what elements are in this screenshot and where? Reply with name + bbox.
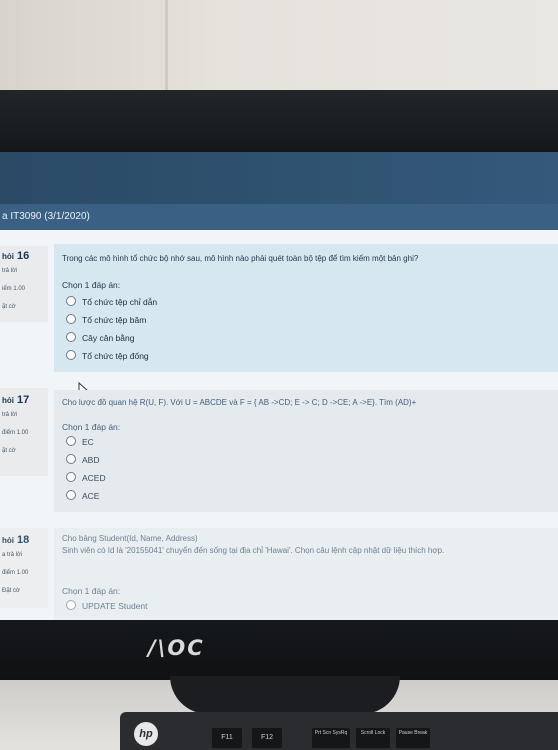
flag-question-link[interactable]: ặt cờ: [2, 304, 16, 310]
question-text: Trong các mô hình tổ chức bộ nhớ sau, mô…: [62, 254, 419, 263]
answer-option[interactable]: ACED: [66, 472, 106, 483]
quiz-title-bar: a IT3090 (3/1/2020): [0, 204, 558, 230]
radio-button[interactable]: [66, 350, 76, 360]
question-info-16: hỏi 16 trả lời iểm 1.00 ặt cờ: [0, 246, 48, 322]
question-number-label: hỏi 18: [2, 534, 30, 546]
monitor-stand: [170, 676, 400, 714]
answer-option[interactable]: Tổ chức tệp đống: [66, 350, 149, 361]
key-f11: F11: [212, 728, 242, 748]
question-text: Cho lược đồ quan hệ R(U, F). Với U = ABC…: [62, 398, 417, 407]
answer-prompt: Chọn 1 đáp án:: [62, 586, 121, 596]
answer-prompt: Chọn 1 đáp án:: [62, 422, 121, 432]
monitor-bezel-bottom: [0, 620, 558, 680]
answer-option[interactable]: Tổ chức tệp chỉ dẫn: [66, 296, 157, 307]
course-title[interactable]: a IT3090 (3/1/2020): [2, 211, 90, 222]
question-box-16: Trong các mô hình tổ chức bộ nhớ sau, mô…: [54, 244, 558, 372]
radio-button[interactable]: [66, 600, 76, 610]
radio-button[interactable]: [66, 296, 76, 306]
question-number: 17: [17, 394, 30, 406]
question-number-label: hỏi 16: [2, 250, 30, 262]
answer-option[interactable]: ABD: [66, 454, 99, 465]
flag-question-link[interactable]: Đặt cờ: [2, 588, 20, 594]
question-number-label: hỏi 17: [2, 394, 30, 406]
wall-background: [0, 0, 558, 92]
answer-option[interactable]: Tổ chức tệp băm: [66, 314, 146, 325]
radio-button[interactable]: [66, 472, 76, 482]
question-points: điểm 1.00: [2, 570, 29, 576]
radio-button[interactable]: [66, 332, 76, 342]
key-f12: F12: [252, 728, 282, 748]
answer-prompt: Chọn 1 đáp án:: [62, 280, 121, 290]
question-info-17: hỏi 17 trả lời điểm 1.00 ặt cờ: [0, 388, 48, 476]
key-pause-break: Pause Break: [396, 728, 430, 748]
monitor-screen: a IT3090 (3/1/2020) hỏi 16 trả lời iểm 1.…: [0, 152, 558, 622]
question-number: 18: [17, 534, 30, 546]
question-status: a trả lời: [2, 552, 23, 558]
question-box-18: Cho bảng Student(Id, Name, Address) Sinh…: [54, 528, 558, 622]
question-points: iểm 1.00: [2, 286, 26, 292]
answer-option[interactable]: Cây cân bằng: [66, 332, 134, 343]
question-text: Cho bảng Student(Id, Name, Address): [62, 534, 198, 543]
radio-button[interactable]: [66, 314, 76, 324]
question-box-17: Cho lược đồ quan hệ R(U, F). Với U = ABC…: [54, 390, 558, 512]
laptop-brand-logo: hp: [134, 722, 158, 746]
radio-button[interactable]: [66, 490, 76, 500]
answer-option[interactable]: ACE: [66, 490, 99, 501]
question-number: 16: [17, 250, 30, 262]
key-print-screen: Prt Scn SysRq: [312, 728, 350, 748]
question-status: trả lời: [2, 268, 18, 274]
question-text: Sinh viên có Id là '20155041' chuyển đến…: [62, 546, 445, 555]
monitor-brand-logo: /\OC: [148, 636, 205, 660]
answer-option[interactable]: EC: [66, 436, 94, 447]
monitor-bezel-top: [0, 90, 558, 152]
flag-question-link[interactable]: ặt cờ: [2, 448, 16, 454]
radio-button[interactable]: [66, 454, 76, 464]
key-scroll-lock: Scroll Lock: [356, 728, 390, 748]
question-info-18: hỏi 18 a trả lời điểm 1.00 Đặt cờ: [0, 528, 48, 608]
question-points: điểm 1.00: [2, 430, 29, 436]
wall-seam: [165, 0, 168, 92]
site-header-band: [0, 152, 558, 204]
answer-option[interactable]: UPDATE Student: [66, 600, 148, 611]
radio-button[interactable]: [66, 436, 76, 446]
question-status: trả lời: [2, 412, 18, 418]
